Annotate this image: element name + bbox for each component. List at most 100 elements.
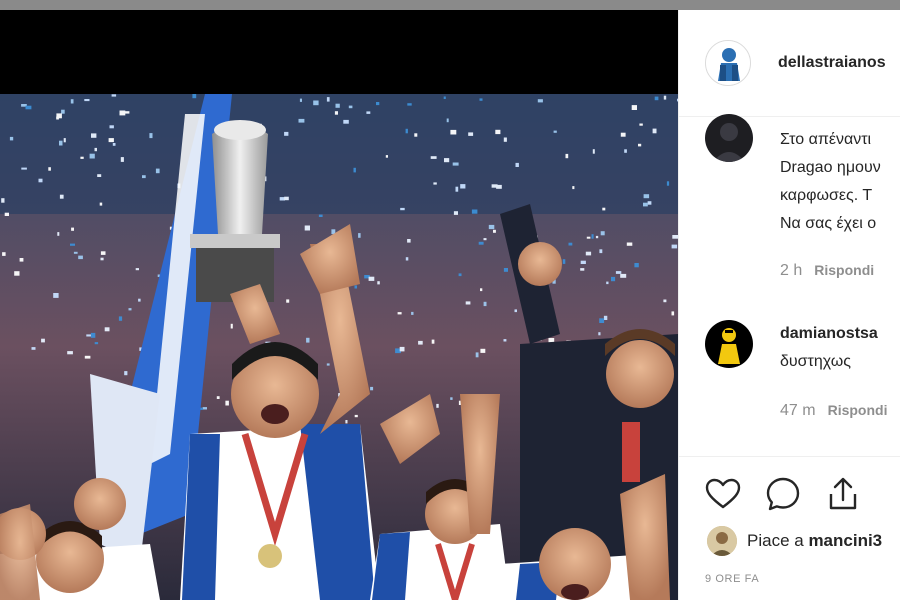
confetti-piece [306, 337, 310, 343]
confetti-piece [109, 125, 114, 129]
post-photo[interactable] [0, 94, 678, 600]
confetti-piece [397, 312, 402, 315]
confetti-piece [67, 351, 73, 355]
confetti-piece [414, 133, 418, 137]
confetti-piece [598, 332, 601, 336]
comment-line: δυστηχως [780, 353, 851, 370]
reply-button[interactable]: Rispondi [828, 402, 888, 418]
confetti-piece [318, 214, 323, 217]
comment-meta: 47 m Rispondi [780, 402, 887, 420]
confetti-piece [663, 299, 667, 303]
confetti-piece [615, 271, 622, 274]
confetti-piece [595, 235, 599, 239]
confetti-piece [436, 403, 439, 408]
confetti-piece [643, 202, 648, 207]
confetti-piece [100, 251, 106, 255]
commenter-avatar[interactable] [705, 114, 753, 162]
confetti-piece [503, 339, 507, 342]
confetti-piece [298, 118, 305, 123]
confetti-piece [580, 268, 585, 271]
confetti-piece [71, 227, 74, 231]
commenter-avatar[interactable] [705, 320, 753, 368]
confetti-piece [643, 194, 650, 199]
confetti-piece [345, 420, 348, 424]
confetti-piece [56, 113, 62, 119]
confetti-piece [304, 225, 310, 231]
confetti-piece [602, 207, 606, 211]
confetti-piece [562, 259, 566, 264]
confetti-piece [70, 243, 75, 246]
confetti-piece [80, 156, 84, 159]
confetti-piece [89, 153, 95, 159]
confetti-piece [124, 371, 128, 376]
confetti-piece [599, 318, 605, 323]
confetti-piece [495, 129, 501, 135]
confetti-piece [603, 315, 608, 320]
confetti-piece [468, 132, 474, 136]
confetti-piece [458, 273, 462, 277]
confetti-piece [90, 332, 96, 338]
confetti-piece [348, 105, 353, 109]
confetti-piece [358, 233, 361, 238]
confetti-piece [411, 311, 414, 315]
post-media[interactable] [0, 10, 678, 600]
confetti-piece [377, 281, 380, 285]
confetti-piece [503, 268, 508, 272]
confetti-piece [405, 257, 409, 261]
confetti-piece [118, 316, 123, 321]
confetti-piece [192, 94, 197, 99]
browser-top-strip [0, 0, 900, 10]
confetti-piece [443, 96, 446, 99]
heart-icon[interactable] [703, 474, 743, 514]
comment-meta: 2 h Rispondi [780, 262, 874, 280]
confetti-piece [108, 138, 114, 143]
likes-text[interactable]: Piace a mancini3 [747, 531, 882, 551]
confetti-piece [407, 103, 412, 106]
confetti-piece [128, 308, 132, 311]
author-avatar[interactable] [705, 40, 751, 86]
share-icon[interactable] [823, 474, 863, 514]
confetti-piece [70, 99, 74, 104]
confetti-piece [73, 251, 78, 254]
author-username[interactable]: dellastraianos [778, 54, 886, 72]
reply-button[interactable]: Rispondi [814, 262, 874, 278]
confetti-piece [19, 258, 24, 262]
likes-row[interactable]: Piace a mancini3 [707, 526, 900, 556]
confetti-piece [123, 111, 130, 114]
comment-line: Στο απέναντι [780, 131, 872, 148]
comment-bubble-icon[interactable] [763, 474, 803, 514]
confetti-piece [591, 234, 594, 239]
confetti-piece [104, 327, 110, 332]
confetti-piece [284, 131, 289, 136]
confetti-piece [335, 103, 340, 108]
confetti-piece [112, 143, 116, 146]
confetti-piece [654, 96, 659, 101]
confetti-piece [21, 167, 27, 170]
confetti-piece [491, 184, 498, 188]
confetti-piece [639, 123, 643, 126]
confetti-piece [99, 202, 103, 206]
yellow-figure-avatar-icon [705, 320, 753, 368]
actions-divider [679, 456, 900, 457]
confetti-piece [326, 97, 330, 102]
liker-username[interactable]: mancini3 [808, 531, 882, 550]
confetti-piece [155, 168, 160, 174]
confetti-piece [586, 236, 591, 239]
confetti-piece [399, 346, 405, 352]
confetti-piece [455, 186, 459, 192]
confetti-piece [353, 167, 356, 173]
post-timestamp: 9 ORE FA [705, 573, 760, 585]
confetti-piece [400, 207, 405, 211]
confetti-piece [480, 288, 483, 292]
commenter-username[interactable]: damianostsa [780, 325, 878, 342]
confetti-piece [471, 209, 478, 214]
confetti-piece [480, 348, 486, 353]
comment-username[interactable]: damianostsa [780, 320, 878, 348]
confetti-piece [515, 162, 519, 167]
confetti-piece [611, 276, 616, 282]
confetti-piece [503, 137, 507, 142]
confetti-piece [652, 128, 657, 134]
confetti-piece [78, 255, 83, 260]
confetti-piece [368, 276, 375, 281]
confetti-piece [59, 194, 64, 199]
